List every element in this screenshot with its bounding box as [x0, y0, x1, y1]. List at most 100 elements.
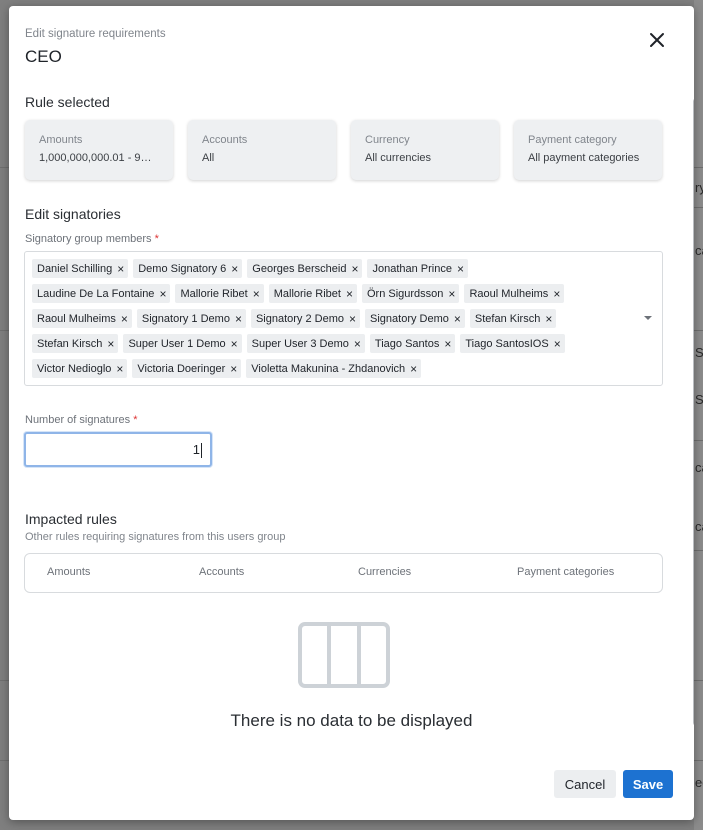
- scrollbar[interactable]: [693, 98, 694, 726]
- member-chip: Tiago Santos ×: [369, 334, 456, 353]
- remove-member-icon[interactable]: ×: [554, 338, 561, 350]
- remove-member-icon[interactable]: ×: [354, 338, 361, 350]
- member-chip-label: Demo Signatory 6: [138, 262, 227, 275]
- member-chip-label: Daniel Schilling: [37, 262, 113, 275]
- background-text-fragment: ca: [695, 519, 703, 534]
- num-signatures-value: 1: [192, 442, 200, 457]
- member-chip: Stefan Kirsch ×: [32, 334, 119, 353]
- remove-member-icon[interactable]: ×: [410, 363, 417, 375]
- rule-card-value: 1,000,000,000.01 - 9…: [39, 152, 152, 164]
- rule-card-currency: Currency All currencies: [351, 120, 499, 180]
- member-chip: Mallorie Ribet ×: [175, 284, 264, 303]
- rule-cards: Amounts 1,000,000,000.01 - 9… Accounts A…: [25, 120, 665, 182]
- member-chip-label: Jonathan Prince: [372, 262, 452, 275]
- member-chip: Demo Signatory 6 ×: [133, 259, 243, 278]
- edit-signature-modal: Edit signature requirements CEO Rule sel…: [9, 6, 694, 820]
- member-chip: Violetta Makunina - Zhdanovich ×: [246, 359, 422, 378]
- save-button[interactable]: Save: [623, 770, 673, 798]
- member-chip: Mallorie Ribet ×: [268, 284, 357, 303]
- remove-member-icon[interactable]: ×: [346, 288, 353, 300]
- impacted-rules-title: Impacted rules: [25, 511, 117, 527]
- remove-member-icon[interactable]: ×: [253, 288, 260, 300]
- remove-member-icon[interactable]: ×: [235, 313, 242, 325]
- column-header-amounts[interactable]: Amounts: [47, 566, 90, 578]
- member-chip: Signatory Demo ×: [365, 309, 465, 328]
- background-text-fragment: ca: [695, 243, 703, 258]
- remove-member-icon[interactable]: ×: [121, 313, 128, 325]
- member-chip-label: Raoul Mulheims: [469, 287, 549, 300]
- member-chip-label: Örn Sigurdsson: [366, 287, 444, 300]
- members-label: Signatory group members *: [25, 233, 159, 245]
- column-header-currencies[interactable]: Currencies: [358, 566, 411, 578]
- rule-card-label: Amounts: [39, 134, 83, 146]
- member-chip: Signatory 1 Demo ×: [136, 309, 246, 328]
- member-chip: Raoul Mulheims ×: [32, 309, 132, 328]
- chip-row: Victor Nedioglo × Victoria Doeringer × Viole…: [32, 359, 632, 384]
- remove-member-icon[interactable]: ×: [349, 313, 356, 325]
- member-chip-label: Signatory 2 Demo: [255, 312, 344, 325]
- remove-member-icon[interactable]: ×: [230, 363, 237, 375]
- column-header-accounts[interactable]: Accounts: [199, 566, 244, 578]
- rule-card-value: All currencies: [365, 152, 432, 164]
- chip-row: Daniel Schilling × Demo Signatory 6 × George…: [32, 259, 632, 284]
- background-divider: [0, 167, 9, 168]
- member-chip: Georges Berscheid ×: [247, 259, 363, 278]
- remove-member-icon[interactable]: ×: [454, 313, 461, 325]
- remove-member-icon[interactable]: ×: [116, 363, 123, 375]
- background-divider: [0, 680, 9, 681]
- member-chip-label: Violetta Makunina - Zhdanovich: [251, 362, 406, 375]
- text-caret: [201, 443, 202, 459]
- impacted-rules-table-header: Amounts Accounts Currencies Payment cate…: [24, 553, 663, 593]
- remove-member-icon[interactable]: ×: [545, 313, 552, 325]
- remove-member-icon[interactable]: ×: [231, 263, 238, 275]
- member-chip-label: Stefan Kirsch: [37, 337, 103, 350]
- rule-card-label: Payment category: [528, 134, 617, 146]
- modal-title: CEO: [25, 47, 62, 66]
- member-chip: Laudine De La Fontaine ×: [32, 284, 171, 303]
- cancel-button[interactable]: Cancel: [554, 770, 616, 798]
- member-chip-label: Victor Nedioglo: [37, 362, 112, 375]
- member-chip-label: Super User 1 Demo: [128, 337, 226, 350]
- remove-member-icon[interactable]: ×: [117, 263, 124, 275]
- member-chip-label: Georges Berscheid: [252, 262, 347, 275]
- background-text-fragment: S: [695, 392, 703, 407]
- member-chip: Raoul Mulheims ×: [464, 284, 565, 303]
- background-text-fragment: ca: [695, 460, 703, 475]
- rule-card-label: Accounts: [202, 134, 248, 146]
- chevron-down-icon[interactable]: [643, 314, 653, 322]
- remove-member-icon[interactable]: ×: [553, 288, 560, 300]
- member-chip-label: Laudine De La Fontaine: [37, 287, 155, 300]
- member-chip: Örn Sigurdsson ×: [361, 284, 460, 303]
- member-chip: Super User 1 Demo ×: [123, 334, 242, 353]
- close-icon: [650, 33, 664, 47]
- member-chip: Stefan Kirsch ×: [469, 309, 557, 328]
- remove-member-icon[interactable]: ×: [444, 338, 451, 350]
- rule-card-accounts: Accounts All: [188, 120, 336, 180]
- members-multiselect[interactable]: Daniel Schilling × Demo Signatory 6 × George…: [24, 251, 663, 386]
- remove-member-icon[interactable]: ×: [457, 263, 464, 275]
- required-mark: *: [133, 414, 138, 426]
- remove-member-icon[interactable]: ×: [231, 338, 238, 350]
- num-signatures-input[interactable]: 1: [24, 432, 212, 467]
- close-button[interactable]: [645, 28, 669, 52]
- remove-member-icon[interactable]: ×: [107, 338, 114, 350]
- remove-member-icon[interactable]: ×: [448, 288, 455, 300]
- member-chip-label: Signatory Demo: [370, 312, 449, 325]
- chip-row: Laudine De La Fontaine × Mallorie Ribet × Ma…: [32, 284, 632, 309]
- num-signatures-label: Number of signatures *: [25, 414, 138, 426]
- member-chip-label: Tiago Santos: [374, 337, 440, 350]
- rule-selected-title: Rule selected: [25, 94, 110, 110]
- column-header-payment-categories[interactable]: Payment categories: [517, 566, 614, 578]
- remove-member-icon[interactable]: ×: [159, 288, 166, 300]
- required-mark: *: [154, 233, 159, 245]
- member-chips: Daniel Schilling × Demo Signatory 6 × George…: [32, 259, 632, 384]
- remove-member-icon[interactable]: ×: [351, 263, 358, 275]
- impacted-rules-subtitle: Other rules requiring signatures from th…: [25, 531, 286, 543]
- background-text-fragment: ry: [695, 180, 703, 195]
- chip-row: Raoul Mulheims × Signatory 1 Demo × Signator…: [32, 309, 632, 334]
- rule-card-value: All payment categories: [528, 152, 640, 164]
- background-divider: [0, 330, 9, 331]
- member-chip: Signatory 2 Demo ×: [250, 309, 361, 328]
- member-chip: Daniel Schilling ×: [32, 259, 129, 278]
- member-chip-label: Signatory 1 Demo: [141, 312, 230, 325]
